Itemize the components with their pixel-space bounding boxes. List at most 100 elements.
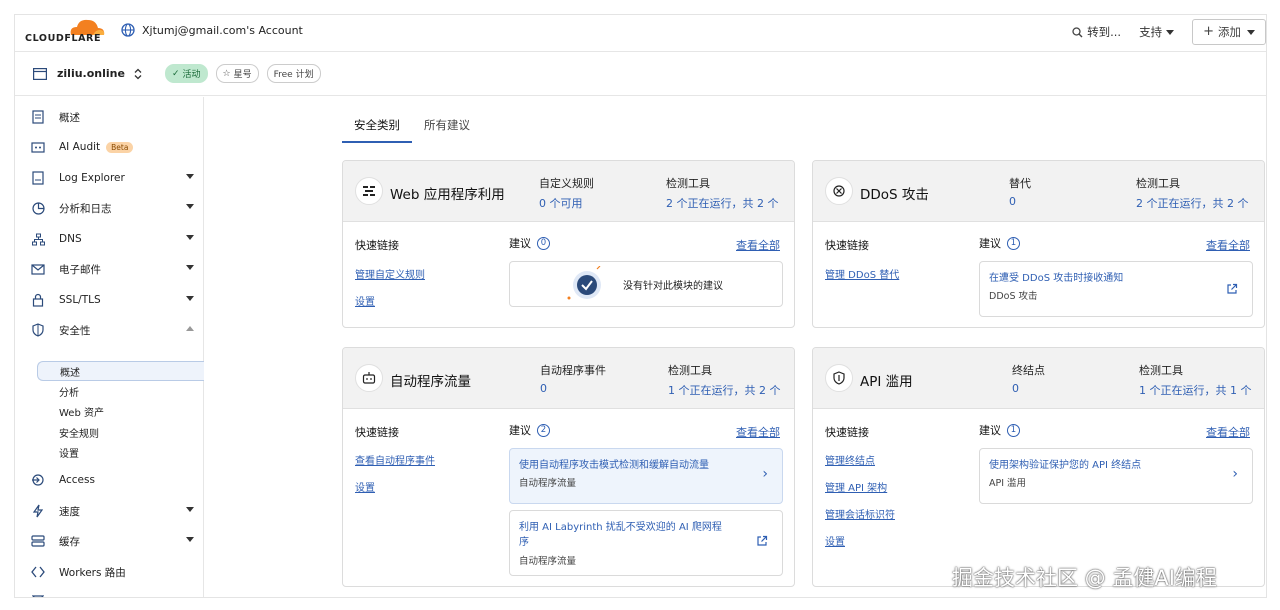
sidebar-item-overview[interactable]: 概述 <box>15 105 204 129</box>
metric-value-link[interactable]: 1 个正在运行，共 2 个 <box>668 382 781 398</box>
plan-badge[interactable]: Free 计划 <box>266 64 321 83</box>
card-title: 自动程序流量 <box>390 374 471 390</box>
support-menu[interactable]: 支持 <box>1139 24 1175 40</box>
recommendation-card[interactable]: 在遭受 DDoS 攻击时接收通知 DDoS 攻击 <box>979 261 1253 317</box>
sidebar-item-access[interactable]: Access <box>15 468 204 492</box>
view-all-link[interactable]: 查看全部 <box>736 424 780 440</box>
tab-all-suggestions[interactable]: 所有建议 <box>412 107 482 143</box>
shield-icon <box>31 323 45 337</box>
sidebar-subitem-security-settings[interactable]: 设置 <box>37 442 204 462</box>
sidebar-item-label: Log Explorer <box>59 172 125 184</box>
sidebar-item-ai-audit[interactable]: AI Audit Beta <box>15 135 204 159</box>
metric-label: 自动程序事件 <box>540 364 606 377</box>
rules-icon <box>31 595 45 597</box>
empty-recommendations: 没有针对此模块的建议 <box>509 261 783 307</box>
view-all-link[interactable]: 查看全部 <box>736 237 780 253</box>
security-tabs: 安全类别 所有建议 <box>342 107 482 143</box>
metric-value-link[interactable]: 0 个可用 <box>539 195 583 211</box>
sidebar-subitem-web-assets[interactable]: Web 资产 <box>37 401 204 421</box>
empty-recommendations-text: 没有针对此模块的建议 <box>623 281 723 292</box>
card-title: API 滥用 <box>860 374 913 390</box>
manage-endpoints-link[interactable]: 管理终结点 <box>825 452 875 467</box>
chart-pie-icon <box>31 201 45 215</box>
recommendation-count: 2 <box>537 423 550 437</box>
metric-value-link[interactable]: 0 <box>1012 382 1019 395</box>
manage-api-schema-link[interactable]: 管理 API 架构 <box>825 479 887 494</box>
sidebar-item-label: SSL/TLS <box>59 294 101 306</box>
add-button[interactable]: + 添加 <box>1192 19 1266 45</box>
globe-icon <box>121 23 135 37</box>
cloudflare-logo[interactable]: CLOUDFLARE <box>25 15 105 49</box>
metric-value-link[interactable]: 0 <box>540 382 547 395</box>
app-window: CLOUDFLARE Xjtumj@gmail.com's Account 转到… <box>14 14 1267 598</box>
chevron-down-icon <box>1247 29 1255 35</box>
chevron-right-icon: › <box>762 466 768 482</box>
sidebar-item-label: 分析和日志 <box>59 202 112 215</box>
recommendation-card[interactable]: 使用自动程序攻击模式检测和缓解自动流量 自动程序流量 › <box>509 448 783 504</box>
metric-label: 替代 <box>1009 177 1031 190</box>
goto-search[interactable]: 转到... <box>1072 24 1121 40</box>
sidebar-item-ssl-tls[interactable]: SSL/TLS <box>15 288 204 312</box>
check-icon: ✓ <box>171 68 180 79</box>
chevron-down-icon <box>1166 29 1175 35</box>
sidebar-subitem-security-overview[interactable]: 概述 <box>37 361 204 381</box>
sidebar-item-label: 规则 <box>59 595 80 598</box>
plus-icon: + <box>1203 24 1214 39</box>
metric-label: 检测工具 <box>1139 364 1183 377</box>
account-switcher[interactable]: Xjtumj@gmail.com's Account <box>121 23 303 37</box>
sidebar-item-rules[interactable]: 规则 <box>15 590 204 598</box>
recommendation-card[interactable]: 使用架构验证保护您的 API 终结点 API 滥用 › <box>979 448 1253 504</box>
settings-link[interactable]: 设置 <box>355 479 375 494</box>
sidebar-item-label: 安全性 <box>59 324 91 337</box>
star-button[interactable]: ☆ 星号 <box>215 64 259 83</box>
star-label: 星号 <box>233 70 252 80</box>
recommendations-title: 建议 0 <box>509 235 550 251</box>
sidebar-item-workers-routes[interactable]: Workers 路由 <box>15 560 204 584</box>
quick-links-title: 快速链接 <box>355 239 399 252</box>
metric-value-link[interactable]: 2 个正在运行，共 2 个 <box>666 195 779 211</box>
manage-ddos-overrides-link[interactable]: 管理 DDoS 替代 <box>825 266 899 281</box>
sidebar-item-log-explorer[interactable]: Log Explorer <box>15 166 204 190</box>
tab-security-categories[interactable]: 安全类别 <box>342 107 412 143</box>
sidebar-item-speed[interactable]: 速度 <box>15 499 204 523</box>
waf-icon <box>355 177 383 205</box>
recommendation-count: 1 <box>1007 423 1020 437</box>
view-all-link[interactable]: 查看全部 <box>1206 237 1250 253</box>
recommendation-card[interactable]: 利用 AI Labyrinth 扰乱不受欢迎的 AI 爬网程序 自动程序流量 <box>509 510 783 576</box>
metric-label: 检测工具 <box>668 364 712 377</box>
recommendations-label: 建议 <box>979 237 1001 250</box>
api-shield-icon <box>825 364 853 392</box>
sidebar-item-analytics[interactable]: 分析和日志 <box>15 196 204 220</box>
metric-value-link[interactable]: 0 <box>1009 195 1016 208</box>
manage-session-identifiers-link[interactable]: 管理会话标识符 <box>825 506 895 521</box>
view-bot-events-link[interactable]: 查看自动程序事件 <box>355 452 435 467</box>
account-label: Xjtumj@gmail.com's Account <box>142 23 303 37</box>
recommendations-title: 建议 1 <box>979 235 1020 251</box>
sidebar-item-email[interactable]: 电子邮件 <box>15 257 204 281</box>
card-title: Web 应用程序利用 <box>390 187 505 203</box>
metric-label: 检测工具 <box>1136 177 1180 190</box>
watermark-text: 掘金技术社区 @ 孟健AI编程 <box>952 566 1217 590</box>
sidebar-subitem-security-analytics[interactable]: 分析 <box>37 381 204 401</box>
zone-name[interactable]: ziliu.online <box>57 67 125 80</box>
sidebar-item-label: DNS <box>59 233 82 245</box>
card-bot-traffic: 自动程序流量 自动程序事件 0 检测工具 1 个正在运行，共 2 个 快速链接 … <box>342 347 795 587</box>
card-header: DDoS 攻击 替代 0 检测工具 2 个正在运行，共 2 个 <box>813 161 1264 222</box>
sidebar-item-dns[interactable]: DNS <box>15 227 204 251</box>
zone-switch-icon[interactable] <box>133 68 143 80</box>
settings-link[interactable]: 设置 <box>355 293 375 308</box>
card-header: Web 应用程序利用 自定义规则 0 个可用 检测工具 2 个正在运行，共 2 … <box>343 161 794 222</box>
chevron-right-icon: › <box>1232 466 1238 482</box>
metric-value-link[interactable]: 2 个正在运行，共 2 个 <box>1136 195 1249 211</box>
metric-value-link[interactable]: 1 个正在运行，共 1 个 <box>1139 382 1252 398</box>
manage-custom-rules-link[interactable]: 管理自定义规则 <box>355 266 425 281</box>
sidebar-item-cache[interactable]: 缓存 <box>15 529 204 553</box>
settings-link[interactable]: 设置 <box>825 533 845 548</box>
card-header: API 滥用 终结点 0 检测工具 1 个正在运行，共 1 个 <box>813 348 1264 409</box>
sidebar-item-security[interactable]: 安全性 <box>15 318 204 342</box>
recommendation-count: 1 <box>1007 236 1020 250</box>
beta-badge: Beta <box>106 141 134 153</box>
view-all-link[interactable]: 查看全部 <box>1206 424 1250 440</box>
sidebar-item-label: 电子邮件 <box>59 263 101 276</box>
sidebar-subitem-security-rules[interactable]: 安全规则 <box>37 422 204 442</box>
